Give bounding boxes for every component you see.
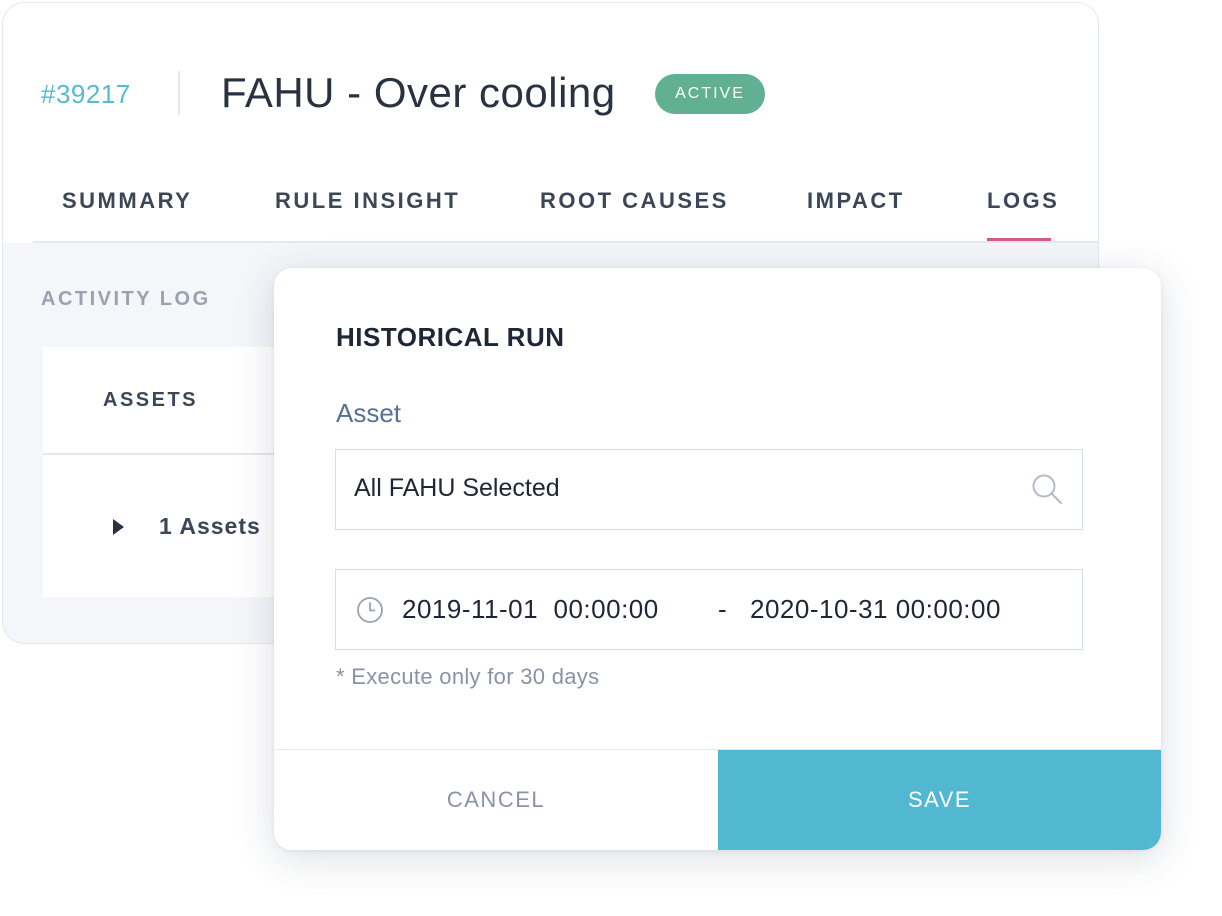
header-divider [178, 71, 180, 115]
issue-header: #39217 FAHU - Over cooling ACTIVE SUMMAR… [3, 3, 1098, 243]
historical-run-modal: HISTORICAL RUN Asset All FAHU Selected 2… [274, 268, 1161, 850]
table-row[interactable]: 1 Assets [159, 513, 261, 540]
tab-summary[interactable]: SUMMARY [62, 188, 192, 214]
save-button[interactable]: SAVE [718, 750, 1161, 850]
date-range-end: 2020-10-31 00:00:00 [750, 594, 1001, 624]
date-range-start: 2019-11-01 00:00:00 [402, 594, 659, 624]
tab-impact[interactable]: IMPACT [807, 188, 905, 214]
tab-root-causes[interactable]: ROOT CAUSES [540, 188, 729, 214]
asset-search-input[interactable]: All FAHU Selected [335, 449, 1083, 530]
issue-id: #39217 [41, 79, 131, 109]
clock-icon [357, 597, 383, 623]
issue-title: FAHU - Over cooling [221, 69, 616, 116]
asset-input-value: All FAHU Selected [354, 474, 560, 502]
assets-column-header: ASSETS [103, 389, 199, 411]
activity-log-label: ACTIVITY LOG [41, 288, 211, 310]
tab-logs[interactable]: LOGS [987, 188, 1059, 214]
modal-title: HISTORICAL RUN [336, 322, 565, 352]
caret-right-icon[interactable] [113, 519, 124, 535]
execution-hint: * Execute only for 30 days [336, 664, 600, 689]
date-range-input[interactable]: 2019-11-01 00:00:00 - 2020-10-31 00:00:0… [335, 569, 1083, 650]
cancel-button[interactable]: CANCEL [274, 750, 718, 850]
status-badge: ACTIVE [655, 74, 765, 114]
tab-rule-insight[interactable]: RULE INSIGHT [275, 188, 460, 214]
asset-field-label: Asset [336, 398, 402, 428]
search-icon[interactable] [1030, 472, 1064, 506]
date-range-separator: - [718, 594, 727, 624]
